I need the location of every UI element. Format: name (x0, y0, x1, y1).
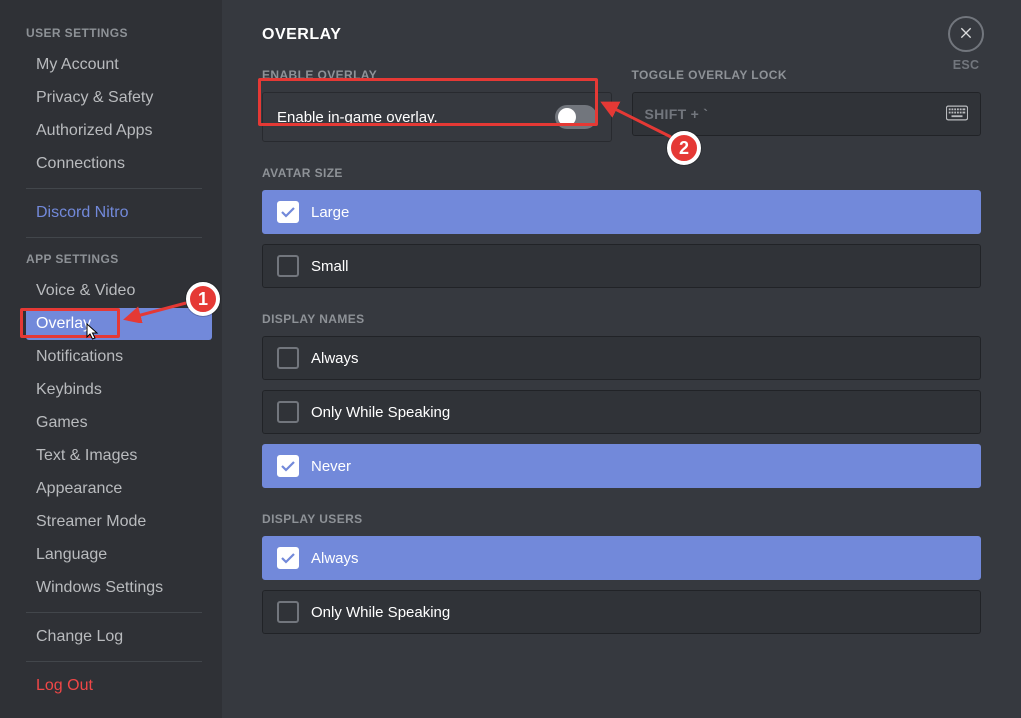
keybind-value: SHIFT + ` (645, 106, 709, 122)
option-label: Only While Speaking (311, 404, 450, 421)
checkbox-icon (277, 455, 299, 477)
checkbox-icon (277, 255, 299, 277)
enable-overlay-toggle[interactable] (555, 105, 597, 129)
sidebar-divider (26, 612, 202, 613)
close-button[interactable] (948, 16, 984, 52)
display-names-option-only-speaking[interactable]: Only While Speaking (262, 390, 981, 434)
sidebar-item-streamer-mode[interactable]: Streamer Mode (26, 506, 212, 538)
enable-overlay-label: ENABLE OVERLAY (262, 68, 612, 82)
sidebar-item-my-account[interactable]: My Account (26, 49, 212, 81)
sidebar-divider (26, 188, 202, 189)
checkbox-icon (277, 601, 299, 623)
sidebar-item-notifications[interactable]: Notifications (26, 341, 212, 373)
enable-overlay-text: Enable in-game overlay. (277, 109, 438, 126)
checkbox-icon (277, 201, 299, 223)
display-names-option-never[interactable]: Never (262, 444, 981, 488)
display-users-option-only-speaking[interactable]: Only While Speaking (262, 590, 981, 634)
close-region: ESC (941, 16, 991, 72)
app-settings-header: APP SETTINGS (26, 246, 212, 274)
avatar-size-label: AVATAR SIZE (262, 166, 981, 180)
sidebar-item-authorized-apps[interactable]: Authorized Apps (26, 115, 212, 147)
user-settings-header: USER SETTINGS (26, 20, 212, 48)
esc-label: ESC (953, 58, 980, 72)
settings-content: OVERLAY ESC ENABLE OVERLAY Enable in-gam… (222, 0, 1021, 718)
close-icon (958, 24, 974, 45)
sidebar-item-language[interactable]: Language (26, 539, 212, 571)
sidebar-divider (26, 661, 202, 662)
display-users-option-always[interactable]: Always (262, 536, 981, 580)
sidebar-divider (26, 237, 202, 238)
option-label: Small (311, 258, 349, 275)
sidebar-item-appearance[interactable]: Appearance (26, 473, 212, 505)
sidebar-item-connections[interactable]: Connections (26, 148, 212, 180)
display-names-option-always[interactable]: Always (262, 336, 981, 380)
option-label: Large (311, 204, 349, 221)
sidebar-item-overlay[interactable]: Overlay (26, 308, 212, 340)
sidebar-item-discord-nitro[interactable]: Discord Nitro (26, 197, 212, 229)
display-users-label: DISPLAY USERS (262, 512, 981, 526)
sidebar-item-voice-video[interactable]: Voice & Video (26, 275, 212, 307)
page-title: OVERLAY (262, 26, 981, 44)
avatar-size-option-large[interactable]: Large (262, 190, 981, 234)
option-label: Only While Speaking (311, 604, 450, 621)
checkbox-icon (277, 401, 299, 423)
toggle-lock-keybind[interactable]: SHIFT + ` (632, 92, 982, 136)
display-names-label: DISPLAY NAMES (262, 312, 981, 326)
sidebar-item-text-images[interactable]: Text & Images (26, 440, 212, 472)
option-label: Always (311, 550, 359, 567)
sidebar-item-games[interactable]: Games (26, 407, 212, 439)
toggle-lock-label: TOGGLE OVERLAY LOCK (632, 68, 982, 82)
settings-sidebar: USER SETTINGS My Account Privacy & Safet… (0, 0, 222, 718)
option-label: Never (311, 458, 351, 475)
keyboard-icon (946, 105, 968, 124)
option-label: Always (311, 350, 359, 367)
enable-overlay-card: Enable in-game overlay. (262, 92, 612, 142)
sidebar-item-privacy-safety[interactable]: Privacy & Safety (26, 82, 212, 114)
checkbox-icon (277, 347, 299, 369)
checkbox-icon (277, 547, 299, 569)
sidebar-item-change-log[interactable]: Change Log (26, 621, 212, 653)
avatar-size-option-small[interactable]: Small (262, 244, 981, 288)
sidebar-item-keybinds[interactable]: Keybinds (26, 374, 212, 406)
sidebar-item-windows-settings[interactable]: Windows Settings (26, 572, 212, 604)
sidebar-item-logout[interactable]: Log Out (26, 670, 212, 702)
